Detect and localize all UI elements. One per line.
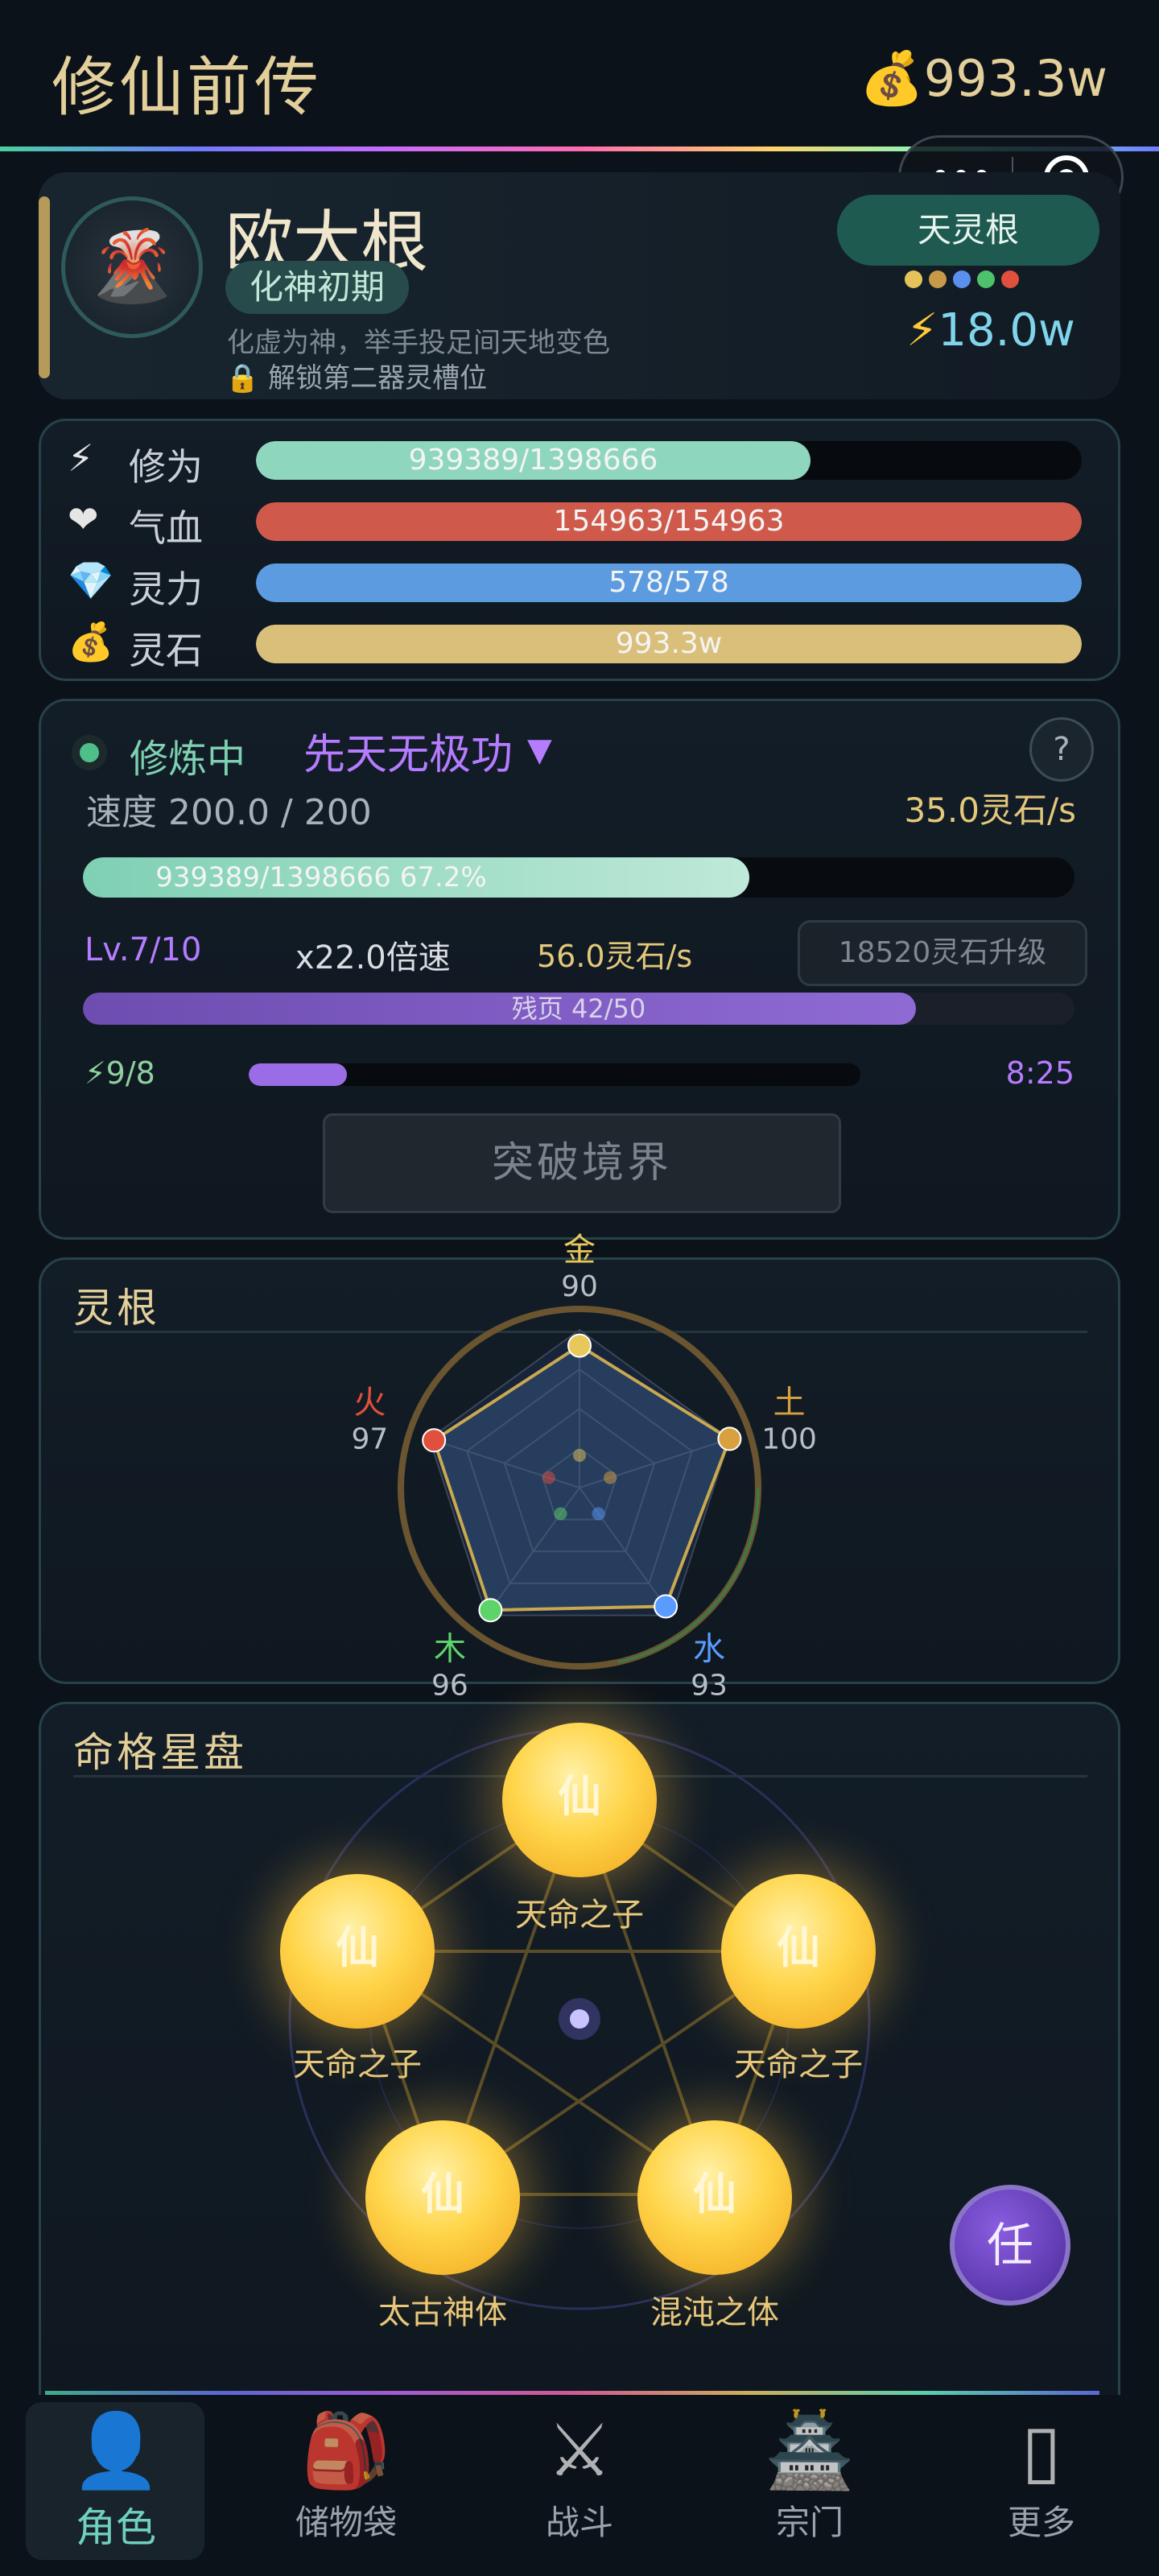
fate-orb-label: 天命之子 <box>293 2046 422 2083</box>
nav-item-更多[interactable]: ▯ 更多 <box>937 2407 1146 2568</box>
nav-item-储物袋[interactable]: 🎒 储物袋 <box>241 2407 451 2568</box>
nav-label: 储物袋 <box>295 2503 397 2542</box>
nav-item-角色[interactable]: 👤 角色 <box>11 2407 221 2568</box>
fate-orb-3[interactable]: 仙 <box>721 1874 876 2029</box>
nav-icon: ⚔ <box>547 2409 612 2493</box>
fate-orb-4[interactable]: 仙 <box>365 2120 520 2275</box>
fate-orb-label: 天命之子 <box>734 2046 863 2083</box>
nav-icon: 🏯 <box>764 2409 856 2493</box>
nav-label: 角色 <box>76 2504 156 2551</box>
fate-orb-2[interactable]: 仙 <box>280 1874 435 2029</box>
nav-item-战斗[interactable]: ⚔ 战斗 <box>475 2407 684 2568</box>
nav-label: 更多 <box>1007 2503 1075 2542</box>
fate-orb-5[interactable]: 仙 <box>637 2120 792 2275</box>
nav-icon: ▯ <box>1021 2409 1062 2493</box>
nav-label: 宗门 <box>775 2503 843 2542</box>
nav-item-宗门[interactable]: 🏯 宗门 <box>705 2407 914 2568</box>
fate-orb-label: 太古神体 <box>378 2294 507 2331</box>
nav-icon: 🎒 <box>300 2409 392 2493</box>
fate-orb-1[interactable]: 仙 <box>502 1723 657 1877</box>
fate-orb-label: 混沌之体 <box>650 2294 779 2331</box>
task-button[interactable]: 任 <box>950 2185 1070 2306</box>
nav-icon: 👤 <box>70 2409 162 2493</box>
fate-orb-label: 天命之子 <box>515 1897 644 1934</box>
nav-label: 战斗 <box>545 2503 613 2542</box>
